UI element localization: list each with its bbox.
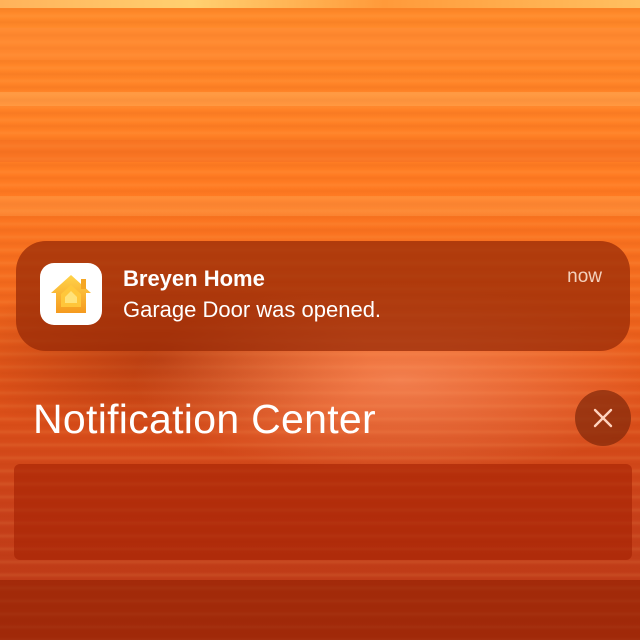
close-icon [593, 408, 613, 428]
notification-message: Garage Door was opened. [123, 297, 382, 322]
clear-notifications-button[interactable] [575, 390, 631, 446]
notification-app-name: Breyen Home [123, 266, 265, 291]
notification-card-placeholder[interactable] [14, 464, 632, 560]
notification-banner[interactable]: Breyen Home Garage Door was opened. now [16, 241, 630, 351]
notification-timestamp: now [567, 266, 602, 287]
home-app-icon [40, 263, 102, 325]
wallpaper-band [0, 140, 640, 162]
house-icon [51, 275, 91, 313]
wallpaper-band [0, 28, 640, 60]
wallpaper-band [0, 196, 640, 216]
lock-screen: Breyen Home Garage Door was opened. now … [0, 0, 640, 640]
notification-center-title: Notification Center [33, 396, 376, 442]
wallpaper-top-streak [0, 0, 640, 8]
notification-card-placeholder[interactable] [0, 580, 640, 640]
wallpaper-band [0, 92, 640, 106]
